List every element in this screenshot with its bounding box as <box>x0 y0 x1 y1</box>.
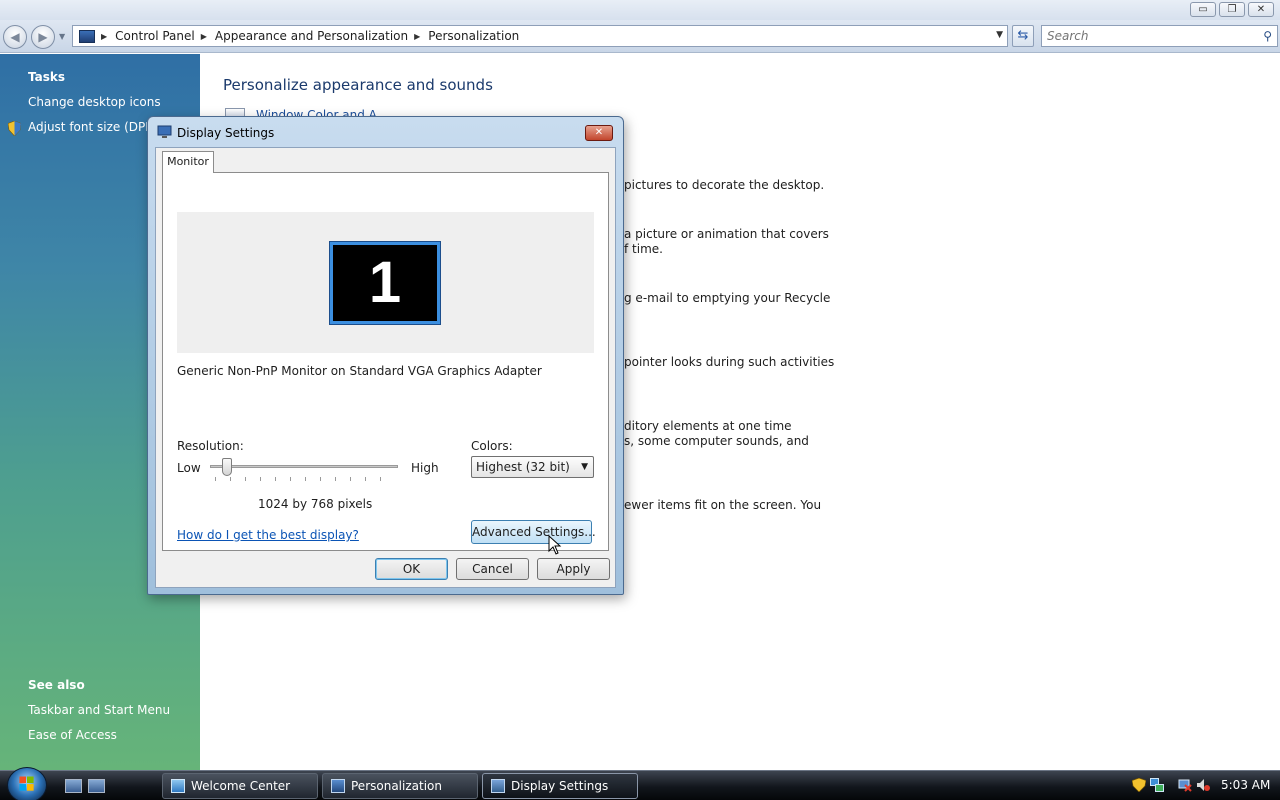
mouse-cursor-icon <box>548 535 562 555</box>
ease-of-access-link[interactable]: Ease of Access <box>28 728 117 742</box>
mouse-pointers-description: pointer looks during such activities <box>624 355 835 369</box>
dialog-body: Monitor 1 Generic Non-PnP Monitor on Sta… <box>155 147 616 588</box>
colors-dropdown[interactable]: Highest (32 bit) ▼ <box>471 456 594 478</box>
windows-logo-icon <box>19 776 34 791</box>
best-display-help-link[interactable]: How do I get the best display? <box>177 528 359 542</box>
forward-button[interactable]: ▶ <box>31 25 55 49</box>
breadcrumb-appearance[interactable]: Appearance and Personalization <box>215 29 408 43</box>
show-desktop-icon[interactable] <box>65 779 82 793</box>
taskbar: Welcome Center Personalization Display S… <box>0 767 1280 800</box>
network-disconnected-icon[interactable] <box>1178 778 1192 792</box>
screen-saver-description-2: f time. <box>624 242 663 256</box>
volume-muted-icon[interactable] <box>1196 778 1210 792</box>
monitor-tab-panel: 1 Generic Non-PnP Monitor on Standard VG… <box>162 172 609 555</box>
chevron-right-icon[interactable]: ▶ <box>414 32 420 41</box>
chevron-right-icon[interactable]: ▶ <box>201 32 207 41</box>
dialog-title: Display Settings <box>177 126 275 140</box>
breadcrumb-personalization[interactable]: Personalization <box>428 29 519 43</box>
resolution-value: 1024 by 768 pixels <box>258 497 373 511</box>
task-label: Display Settings <box>511 779 609 793</box>
maximize-button[interactable]: ❐ <box>1219 2 1245 17</box>
display-settings-description: ewer items fit on the screen. You <box>624 498 822 512</box>
network-status-icon[interactable] <box>1150 778 1164 792</box>
taskbar-personalization[interactable]: Personalization <box>322 773 478 799</box>
uac-shield-icon <box>8 121 21 136</box>
address-bar[interactable]: ▶ Control Panel ▶ Appearance and Persona… <box>72 25 1008 47</box>
cancel-button[interactable]: Cancel <box>456 558 529 580</box>
dialog-close-button[interactable]: ✕ <box>585 125 613 141</box>
breadcrumb-control-panel[interactable]: Control Panel <box>115 29 195 43</box>
colors-selected-value: Highest (32 bit) <box>476 460 570 474</box>
monitor-name: Generic Non-PnP Monitor on Standard VGA … <box>177 364 542 378</box>
switch-windows-icon[interactable] <box>88 779 105 793</box>
display-settings-icon <box>157 125 172 138</box>
search-box[interactable]: ⚲ <box>1041 25 1278 47</box>
search-input[interactable] <box>1042 26 1242 46</box>
control-panel-icon <box>79 29 95 43</box>
refresh-button[interactable]: ⇆ <box>1012 25 1034 47</box>
desktop-background-description: pictures to decorate the desktop. <box>624 178 825 192</box>
apply-button[interactable]: Apply <box>537 558 610 580</box>
see-also-heading: See also <box>28 678 85 692</box>
resolution-low-label: Low <box>177 461 201 475</box>
search-icon[interactable]: ⚲ <box>1263 29 1272 43</box>
close-icon: ✕ <box>594 127 604 138</box>
task-label: Personalization <box>351 779 442 793</box>
address-dropdown-icon[interactable]: ▼ <box>996 30 1003 40</box>
taskbar-start-menu-link[interactable]: Taskbar and Start Menu <box>28 703 170 717</box>
screen-saver-description: a picture or animation that covers <box>624 227 829 241</box>
security-shield-icon[interactable] <box>1132 778 1146 792</box>
navigation-bar: ◀ ▶ ▼ ▶ Control Panel ▶ Appearance and P… <box>0 20 1280 53</box>
resolution-high-label: High <box>411 461 439 475</box>
sounds-description: g e-mail to emptying your Recycle <box>624 291 831 305</box>
display-settings-task-icon <box>491 779 505 793</box>
taskbar-welcome-center[interactable]: Welcome Center <box>162 773 318 799</box>
tab-monitor[interactable]: Monitor <box>162 151 214 173</box>
title-bar: ▭ ❐ ✕ <box>0 0 1280 20</box>
refresh-icon: ⇆ <box>1017 28 1029 43</box>
theme-description-2: s, some computer sounds, and <box>624 434 809 448</box>
adjust-font-size-link[interactable]: Adjust font size (DPI) <box>28 120 153 134</box>
page-title: Personalize appearance and sounds <box>223 76 493 94</box>
taskbar-display-settings[interactable]: Display Settings <box>482 773 638 799</box>
change-desktop-icons-link[interactable]: Change desktop icons <box>28 95 161 109</box>
theme-description: ditory elements at one time <box>624 419 792 433</box>
resolution-slider-track[interactable] <box>210 465 398 468</box>
start-button[interactable] <box>7 767 47 800</box>
resolution-slider-thumb[interactable] <box>222 458 233 476</box>
back-arrow-icon: ◀ <box>10 30 20 44</box>
colors-label: Colors: <box>471 439 513 453</box>
tasks-heading: Tasks <box>28 70 66 84</box>
system-clock[interactable]: 5:03 AM <box>1221 778 1270 792</box>
close-button[interactable]: ✕ <box>1248 2 1274 17</box>
display-settings-dialog: Display Settings ✕ Monitor 1 Generic Non… <box>147 116 624 595</box>
chevron-right-icon[interactable]: ▶ <box>101 32 107 41</box>
recent-pages-dropdown[interactable]: ▼ <box>59 32 65 41</box>
monitor-1-tile[interactable]: 1 <box>329 241 441 325</box>
task-label: Welcome Center <box>191 779 291 793</box>
welcome-center-icon <box>171 779 185 793</box>
advanced-settings-button[interactable]: Advanced Settings... <box>471 520 596 544</box>
resolution-label: Resolution: <box>177 439 244 453</box>
chevron-down-icon: ▼ <box>581 462 588 472</box>
ok-button[interactable]: OK <box>375 558 448 580</box>
back-button[interactable]: ◀ <box>3 25 27 49</box>
minimize-button[interactable]: ▭ <box>1190 2 1216 17</box>
resolution-slider-ticks <box>215 477 395 481</box>
forward-arrow-icon: ▶ <box>38 30 48 44</box>
monitor-arrangement-area: 1 <box>177 212 594 353</box>
personalization-icon <box>331 779 345 793</box>
